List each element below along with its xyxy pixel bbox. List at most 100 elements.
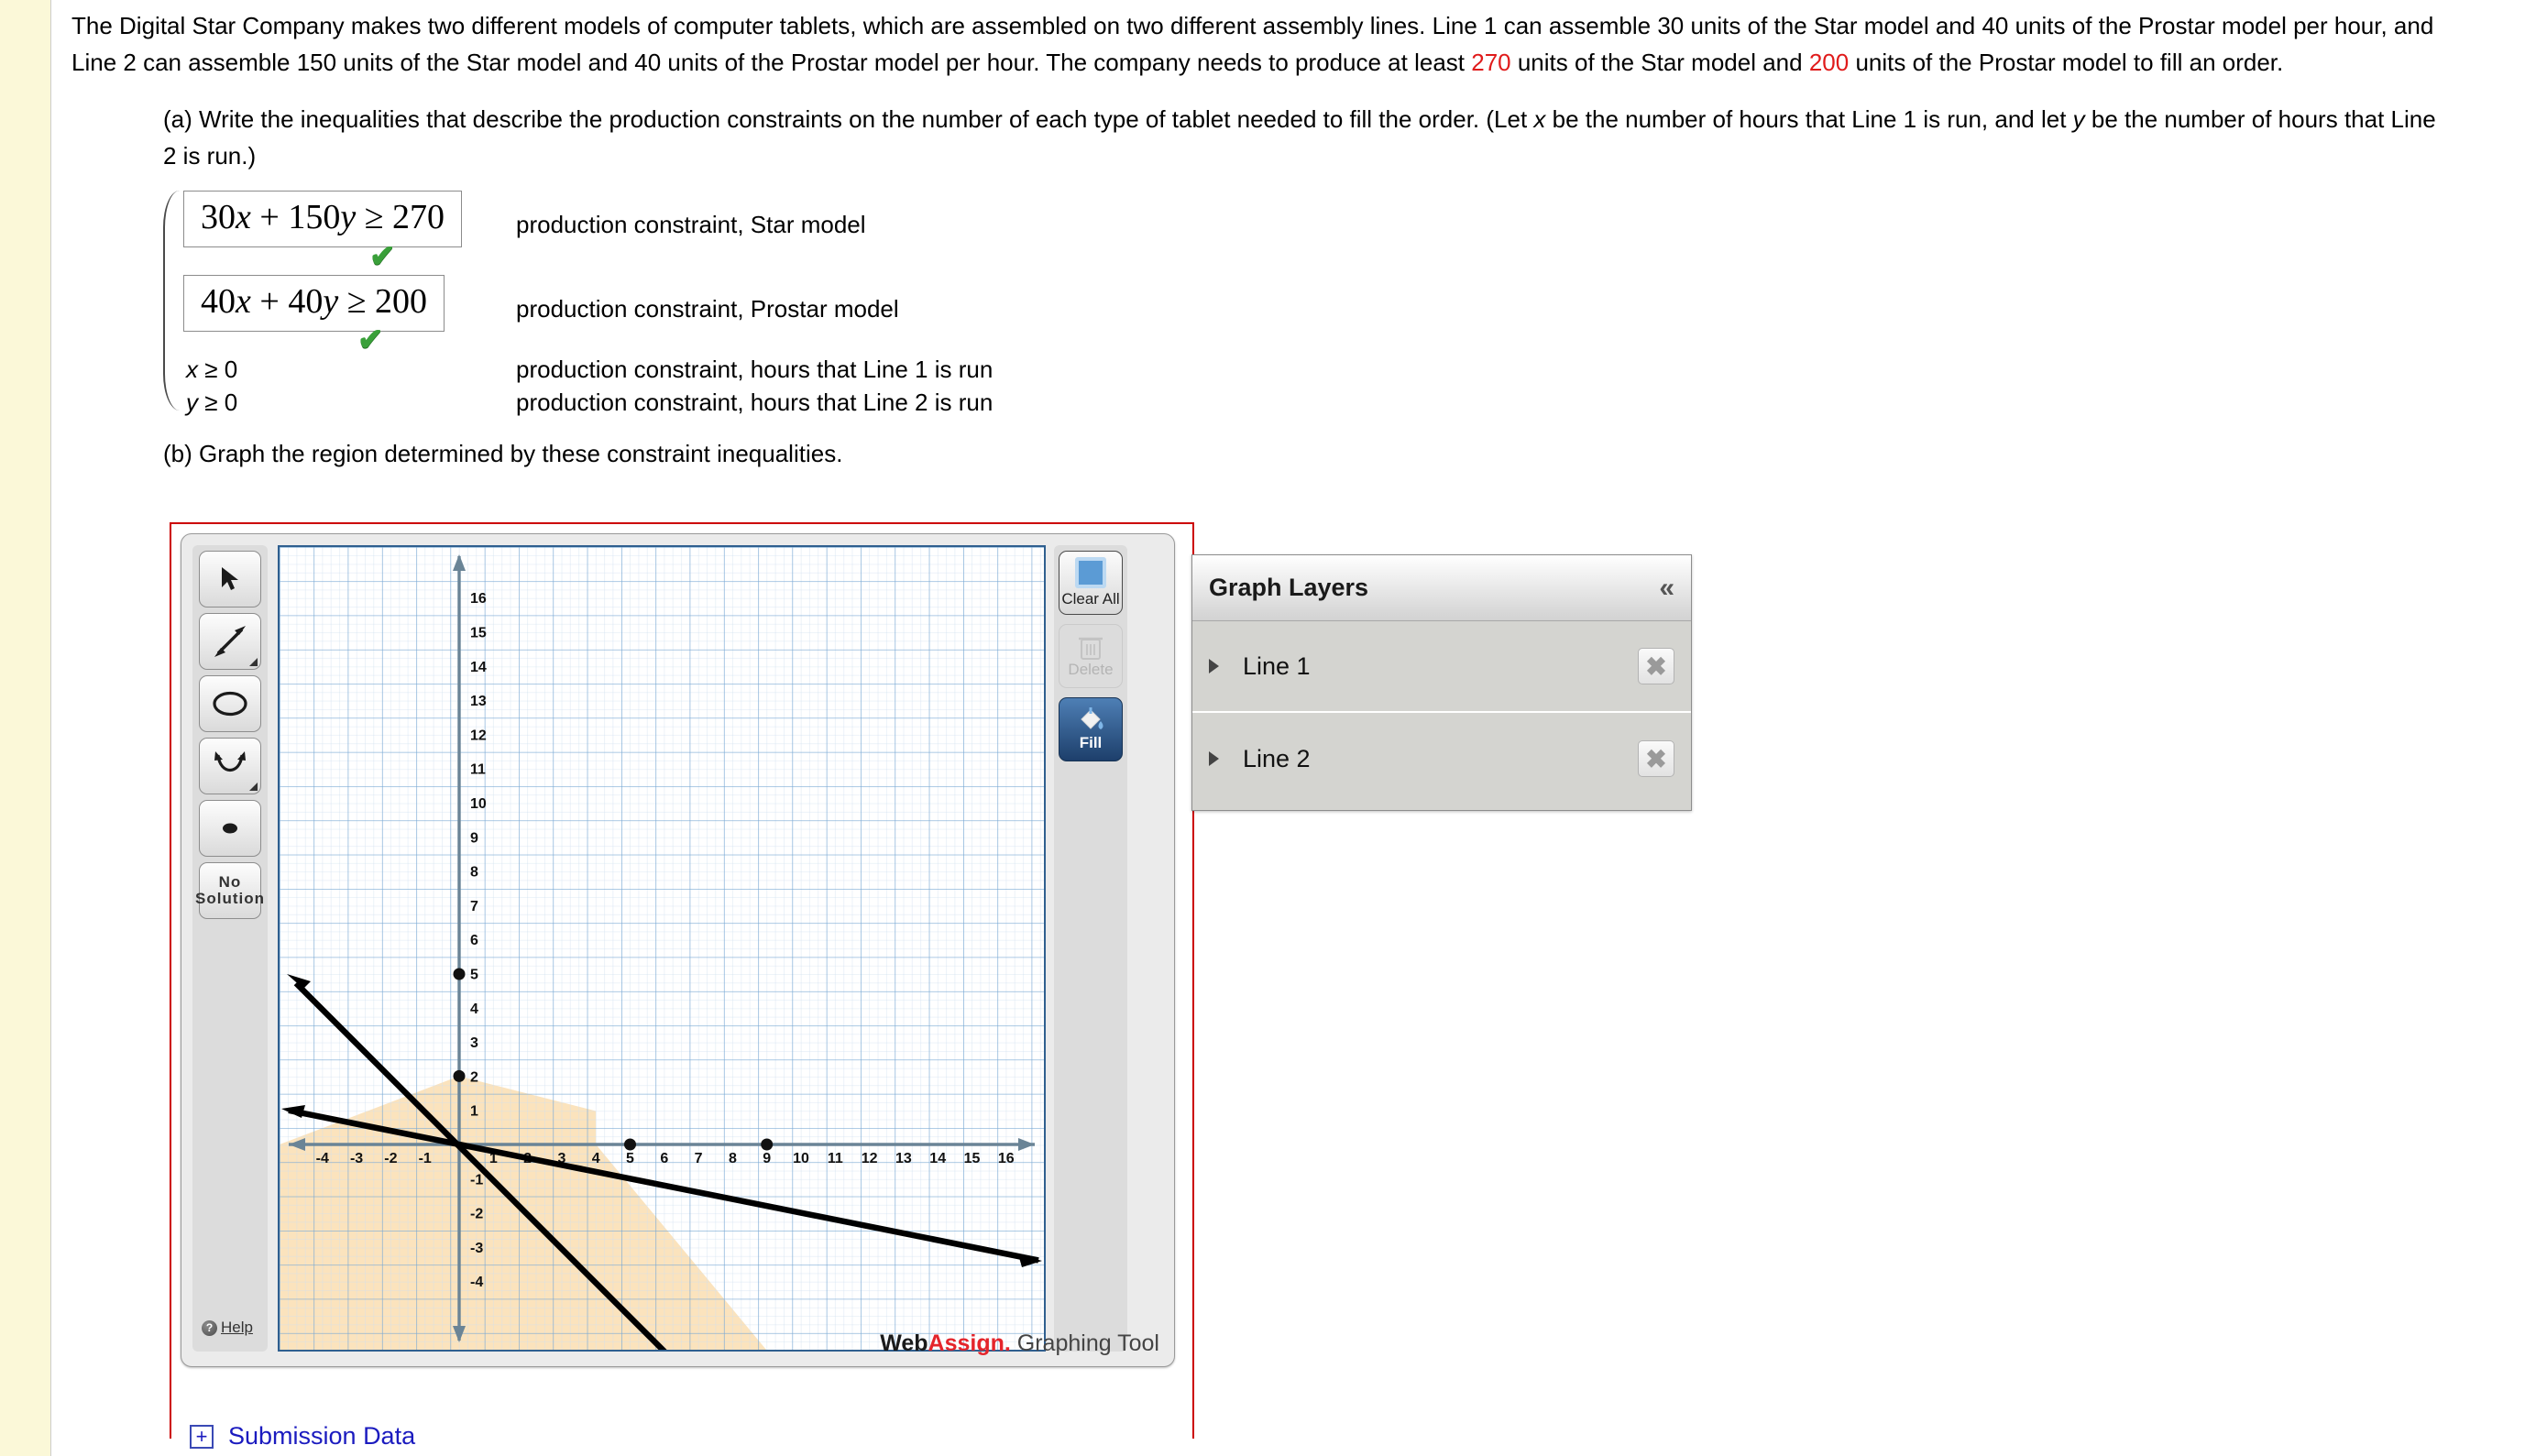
- double-arrow-line-icon: [214, 626, 246, 657]
- tool-palette-left: No Solution ? Help: [192, 545, 268, 1352]
- problem-content: The Digital Star Company makes two diffe…: [71, 0, 2536, 472]
- x-close-icon-line-2[interactable]: ✖: [1638, 740, 1674, 777]
- graph-layers-header: Graph Layers «: [1192, 555, 1691, 621]
- help-link[interactable]: ? Help: [202, 1319, 253, 1337]
- answer-input-star[interactable]: 30x + 150y ≥ 270: [183, 191, 463, 247]
- layer-label-line-1: Line 1: [1243, 651, 1311, 680]
- y-tick-11: 11: [470, 762, 486, 778]
- answer-input-prostar[interactable]: 40x + 40y ≥ 200: [183, 275, 445, 332]
- brand-web: Web: [880, 1330, 928, 1356]
- x-tick-4: 4: [592, 1151, 600, 1166]
- select-tool-button[interactable]: [199, 551, 261, 608]
- help-label: Help: [221, 1319, 253, 1336]
- tool-options-corner-icon-2[interactable]: [249, 783, 258, 791]
- x-tick--4: -4: [316, 1151, 329, 1166]
- star-var-y: y: [340, 198, 357, 236]
- star-coef-1: 30: [201, 198, 236, 236]
- line-2-point-0-2[interactable]: [453, 1069, 466, 1082]
- x-tick-12: 12: [862, 1151, 878, 1166]
- answer-label-y-nonneg: production constraint, hours that Line 2…: [516, 389, 994, 416]
- part-a-text-1: (a) Write the inequalities that describe…: [163, 105, 1534, 133]
- brand-graphing-tool: Graphing Tool: [1010, 1330, 1159, 1356]
- submission-data-toggle[interactable]: + Submission Data: [190, 1422, 415, 1451]
- no-solution-tool-button[interactable]: No Solution: [195, 862, 264, 919]
- answer-label-x-nonneg: production constraint, hours that Line 1…: [516, 356, 994, 383]
- graph-canvas[interactable]: -4-3-2-112345678910111213141516-4-3-2-11…: [278, 545, 1046, 1352]
- check-mark-icon-prostar: ✔: [357, 323, 384, 357]
- line-2-point-9-0[interactable]: [761, 1138, 774, 1151]
- point-tool-button[interactable]: [199, 800, 261, 857]
- graphing-tool: No Solution ? Help -4 -3 -2 -1 1 3 4 5 6…: [181, 533, 1175, 1367]
- y-tick-14: 14: [470, 660, 487, 675]
- y-tick-1: 1: [470, 1104, 478, 1120]
- layer-row-line-1[interactable]: Line 1 ✖: [1192, 621, 1691, 713]
- problem-statement: The Digital Star Company makes two diffe…: [71, 0, 2473, 81]
- x-tick-11: 11: [828, 1151, 843, 1166]
- answers-group: 30x + 150y ≥ 270 ✔ production constraint…: [163, 191, 2536, 416]
- filled-dot-icon: [223, 823, 237, 834]
- part-a-text-2: be the number of hours that Line 1 is ru…: [1545, 105, 2073, 133]
- line-tool-button[interactable]: [199, 613, 261, 670]
- x-close-icon-line-1[interactable]: ✖: [1638, 648, 1674, 684]
- fill-label: Fill: [1079, 734, 1103, 751]
- graphing-tool-region: No Solution ? Help -4 -3 -2 -1 1 3 4 5 6…: [170, 522, 1194, 1439]
- trash-can-icon: [1079, 637, 1103, 660]
- cursor-arrow-icon: [222, 567, 238, 590]
- plus-box-icon[interactable]: +: [190, 1424, 214, 1449]
- answer-label-prostar: production constraint, Prostar model: [516, 295, 899, 323]
- y-tick--1: -1: [470, 1172, 483, 1188]
- delete-button[interactable]: Delete: [1059, 624, 1123, 688]
- y-tick-6: 6: [470, 933, 478, 948]
- system-brace: [163, 191, 181, 411]
- submission-data-label: Submission Data: [228, 1422, 416, 1450]
- delete-label: Delete: [1068, 661, 1114, 678]
- clear-all-button[interactable]: Clear All: [1059, 551, 1123, 615]
- layer-row-line-2[interactable]: Line 2 ✖: [1192, 713, 1691, 805]
- tool-options-corner-icon[interactable]: [249, 658, 258, 666]
- prostar-var-y: y: [323, 282, 339, 321]
- prostar-coef-2: 40: [288, 282, 324, 321]
- y-tick--2: -2: [470, 1207, 483, 1222]
- triangle-right-icon-2[interactable]: [1209, 751, 1219, 766]
- margin-divider: [50, 0, 51, 1456]
- x-tick--2: -2: [384, 1151, 397, 1166]
- star-plus: +: [250, 198, 289, 236]
- y-tick--3: -3: [470, 1241, 483, 1256]
- fill-button[interactable]: Fill: [1059, 697, 1123, 761]
- no-solution-label-line2: Solution: [195, 890, 265, 907]
- double-chevron-left-icon[interactable]: «: [1659, 573, 1674, 604]
- prostar-var-x: x: [236, 282, 251, 321]
- parabola-icon: [214, 751, 246, 772]
- constraint-x-nonneg: x ≥ 0: [186, 356, 238, 383]
- line-1-point-0-5[interactable]: [453, 968, 466, 980]
- line-1-point-5-0[interactable]: [624, 1138, 636, 1151]
- circle-tool-button[interactable]: [199, 675, 261, 732]
- constraint-y-nonneg: y ≥ 0: [186, 389, 238, 416]
- problem-value-200: 200: [1808, 49, 1850, 76]
- triangle-right-icon[interactable]: [1209, 659, 1219, 673]
- prostar-plus: +: [250, 282, 289, 321]
- y-tick-10: 10: [470, 796, 487, 812]
- answer-row-star: 30x + 150y ≥ 270: [183, 191, 463, 247]
- x-tick-13: 13: [895, 1151, 912, 1166]
- left-margin-strip: [0, 0, 51, 1456]
- paint-bucket-icon: [1081, 707, 1103, 729]
- parabola-tool-button[interactable]: [199, 738, 261, 794]
- square-icon: [1075, 557, 1106, 588]
- prostar-coef-1: 40: [201, 282, 236, 321]
- part-a-prompt: (a) Write the inequalities that describe…: [163, 101, 2454, 174]
- y-tick--4: -4: [470, 1275, 483, 1290]
- star-rhs: 270: [392, 198, 445, 236]
- star-relation: ≥: [356, 198, 393, 236]
- graph-svg: -4-3-2-112345678910111213141516-4-3-2-11…: [280, 547, 1044, 1350]
- x-tick--1: -1: [419, 1151, 432, 1166]
- y-tick-12: 12: [470, 728, 487, 743]
- x-tick-10: 10: [793, 1151, 809, 1166]
- x-tick-9: 9: [763, 1151, 771, 1166]
- problem-value-270: 270: [1471, 49, 1511, 76]
- check-mark-icon-star: ✔: [369, 239, 396, 274]
- layer-label-line-2: Line 2: [1243, 744, 1311, 772]
- x-tick-5: 5: [626, 1151, 634, 1166]
- brand-assign: Assign.: [928, 1330, 1011, 1356]
- star-var-x: x: [236, 198, 251, 236]
